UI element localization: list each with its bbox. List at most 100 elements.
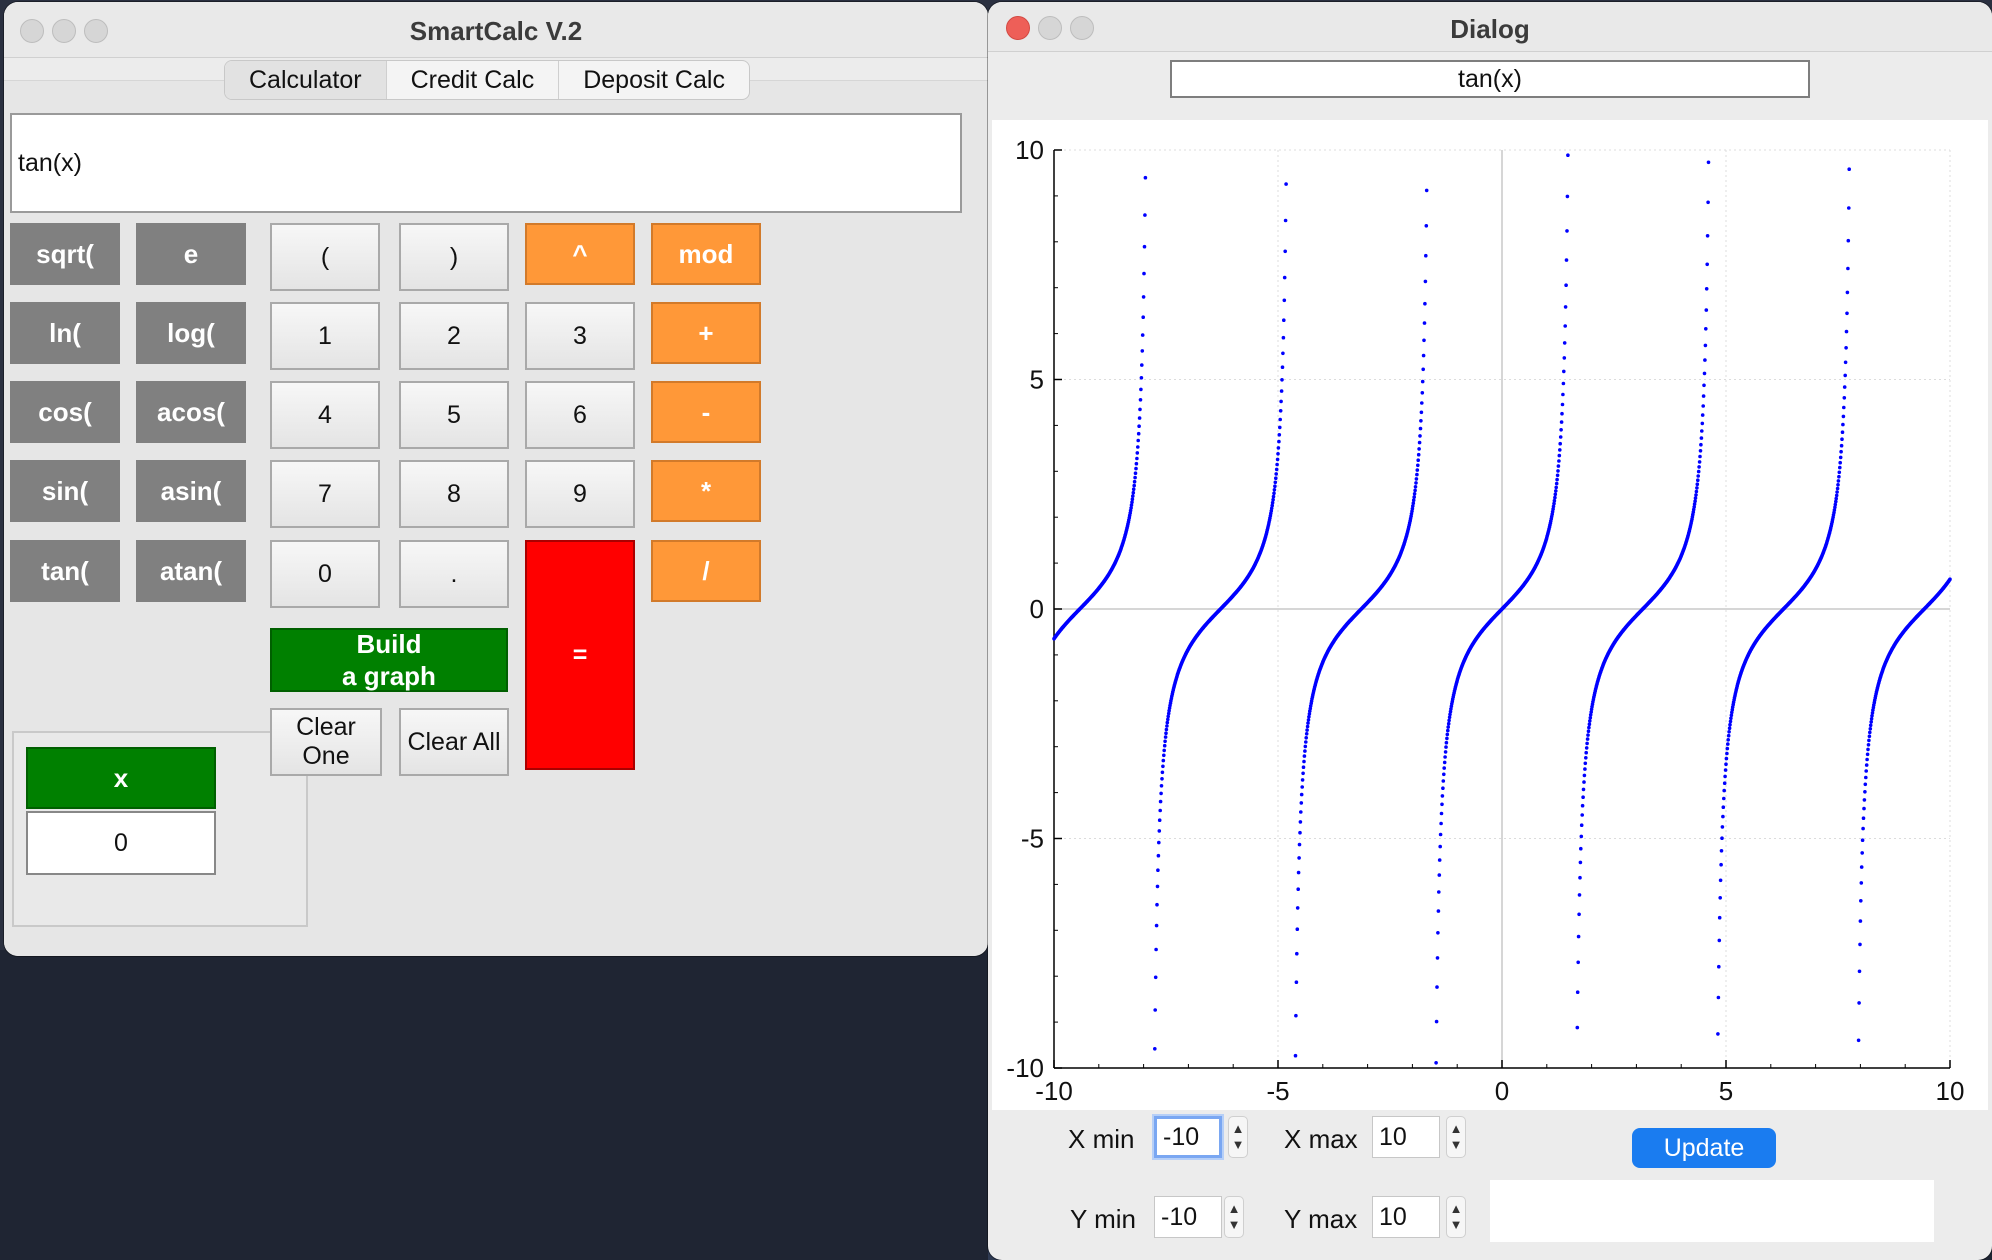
data-point — [1153, 1047, 1157, 1051]
data-point — [1577, 893, 1582, 897]
data-point — [1436, 909, 1441, 913]
y-max-stepper-icon[interactable]: ▲ ▼ — [1446, 1196, 1466, 1238]
minus-button[interactable]: - — [651, 381, 761, 443]
tab-credit-calc[interactable]: Credit Calc — [387, 61, 560, 99]
x-min-stepper-icon[interactable]: ▲ ▼ — [1228, 1116, 1248, 1158]
digit-7-button[interactable]: 7 — [270, 460, 380, 528]
multiply-button[interactable]: * — [651, 460, 761, 522]
expression-display[interactable]: tan(x) — [10, 113, 962, 213]
data-point — [1562, 356, 1567, 360]
data-point — [1414, 477, 1419, 481]
x-max-label: X max — [1284, 1124, 1358, 1154]
digit-3-button[interactable]: 3 — [525, 302, 635, 370]
power-button[interactable]: ^ — [525, 223, 635, 285]
ln-button[interactable]: ln( — [10, 302, 120, 364]
x-min-input[interactable]: -10 — [1154, 1116, 1222, 1158]
data-point — [1864, 769, 1868, 773]
y-max-input[interactable]: 10 — [1372, 1196, 1440, 1238]
data-point — [1703, 343, 1708, 348]
data-point — [1718, 896, 1722, 900]
x-max-input[interactable]: 10 — [1372, 1116, 1440, 1158]
cos-button[interactable]: cos( — [10, 381, 120, 443]
data-point — [1298, 830, 1302, 835]
data-point — [1837, 470, 1842, 475]
graph-plot-area[interactable]: -10 -5 0 5 10 -10 -5 0 5 10 — [992, 120, 1988, 1110]
data-point — [1580, 813, 1584, 817]
x-value-input[interactable]: 0 — [26, 811, 216, 875]
data-point — [1725, 751, 1729, 756]
data-point — [1718, 878, 1723, 883]
e-button[interactable]: e — [136, 223, 246, 285]
asin-button[interactable]: asin( — [136, 460, 246, 522]
data-point — [1861, 816, 1866, 820]
update-button[interactable]: Update — [1632, 1128, 1776, 1168]
y-min-stepper-icon[interactable]: ▲ ▼ — [1224, 1196, 1244, 1238]
equals-button[interactable]: = — [525, 540, 635, 770]
y-tick-label: -5 — [1021, 824, 1044, 854]
data-point — [1702, 383, 1706, 388]
divide-button[interactable]: / — [651, 540, 761, 602]
clear-one-button[interactable]: Clear One — [270, 708, 382, 776]
data-point — [1299, 810, 1303, 814]
data-point — [1862, 798, 1867, 802]
tan-button[interactable]: tan( — [10, 540, 120, 602]
result-output-box — [1490, 1180, 1934, 1242]
data-point — [1582, 780, 1586, 784]
data-point — [1130, 497, 1135, 502]
data-point — [1155, 902, 1159, 907]
data-point — [1446, 725, 1450, 729]
data-point — [1575, 990, 1580, 994]
acos-button[interactable]: acos( — [136, 381, 246, 443]
dialog-titlebar[interactable]: Dialog — [988, 2, 1992, 52]
data-point — [1588, 719, 1592, 723]
atan-button[interactable]: atan( — [136, 540, 246, 602]
data-point — [1306, 718, 1311, 722]
data-point — [1446, 721, 1451, 726]
digit-9-button[interactable]: 9 — [525, 460, 635, 528]
data-point — [1842, 385, 1847, 389]
data-point — [1842, 396, 1847, 400]
data-point — [1136, 431, 1141, 436]
log-button[interactable]: log( — [136, 302, 246, 364]
data-point — [1859, 881, 1864, 885]
x-variable-button[interactable]: x — [26, 747, 216, 809]
data-point — [1153, 1008, 1157, 1012]
y-min-input[interactable]: -10 — [1154, 1196, 1222, 1238]
data-point — [1716, 995, 1721, 1000]
digit-0-button[interactable]: 0 — [270, 540, 380, 608]
plus-button[interactable]: + — [651, 302, 761, 364]
clear-all-button[interactable]: Clear All — [399, 708, 509, 776]
data-point — [1584, 756, 1588, 760]
data-point — [1835, 486, 1840, 491]
data-point — [1302, 759, 1306, 764]
tab-calculator[interactable]: Calculator — [225, 61, 387, 99]
build-graph-button[interactable]: Build a graph — [270, 628, 508, 692]
sin-button[interactable]: sin( — [10, 460, 120, 522]
data-point — [1295, 927, 1300, 931]
calc-titlebar[interactable]: SmartCalc V.2 — [4, 2, 988, 58]
data-point — [1142, 271, 1146, 276]
data-point — [1164, 727, 1169, 732]
tab-deposit-calc[interactable]: Deposit Calc — [559, 61, 749, 99]
data-point — [1581, 795, 1585, 799]
data-point — [1134, 461, 1139, 466]
mod-button[interactable]: mod — [651, 223, 761, 285]
digit-8-button[interactable]: 8 — [399, 460, 509, 528]
x-max-stepper-icon[interactable]: ▲ ▼ — [1446, 1116, 1466, 1158]
decimal-point-button[interactable]: . — [399, 540, 509, 608]
digit-2-button[interactable]: 2 — [399, 302, 509, 370]
data-point — [1844, 329, 1849, 334]
data-point — [1132, 479, 1137, 484]
left-paren-button[interactable]: ( — [270, 223, 380, 291]
data-point — [1563, 305, 1568, 309]
digit-5-button[interactable]: 5 — [399, 381, 509, 449]
data-point — [1444, 745, 1448, 749]
digit-4-button[interactable]: 4 — [270, 381, 380, 449]
sqrt-button[interactable]: sqrt( — [10, 223, 120, 285]
digit-6-button[interactable]: 6 — [525, 381, 635, 449]
build-graph-label-line1: Build — [356, 629, 422, 659]
right-paren-button[interactable]: ) — [399, 223, 509, 291]
data-point — [1576, 960, 1580, 965]
digit-1-button[interactable]: 1 — [270, 302, 380, 370]
formula-field[interactable]: tan(x) — [1170, 60, 1810, 98]
